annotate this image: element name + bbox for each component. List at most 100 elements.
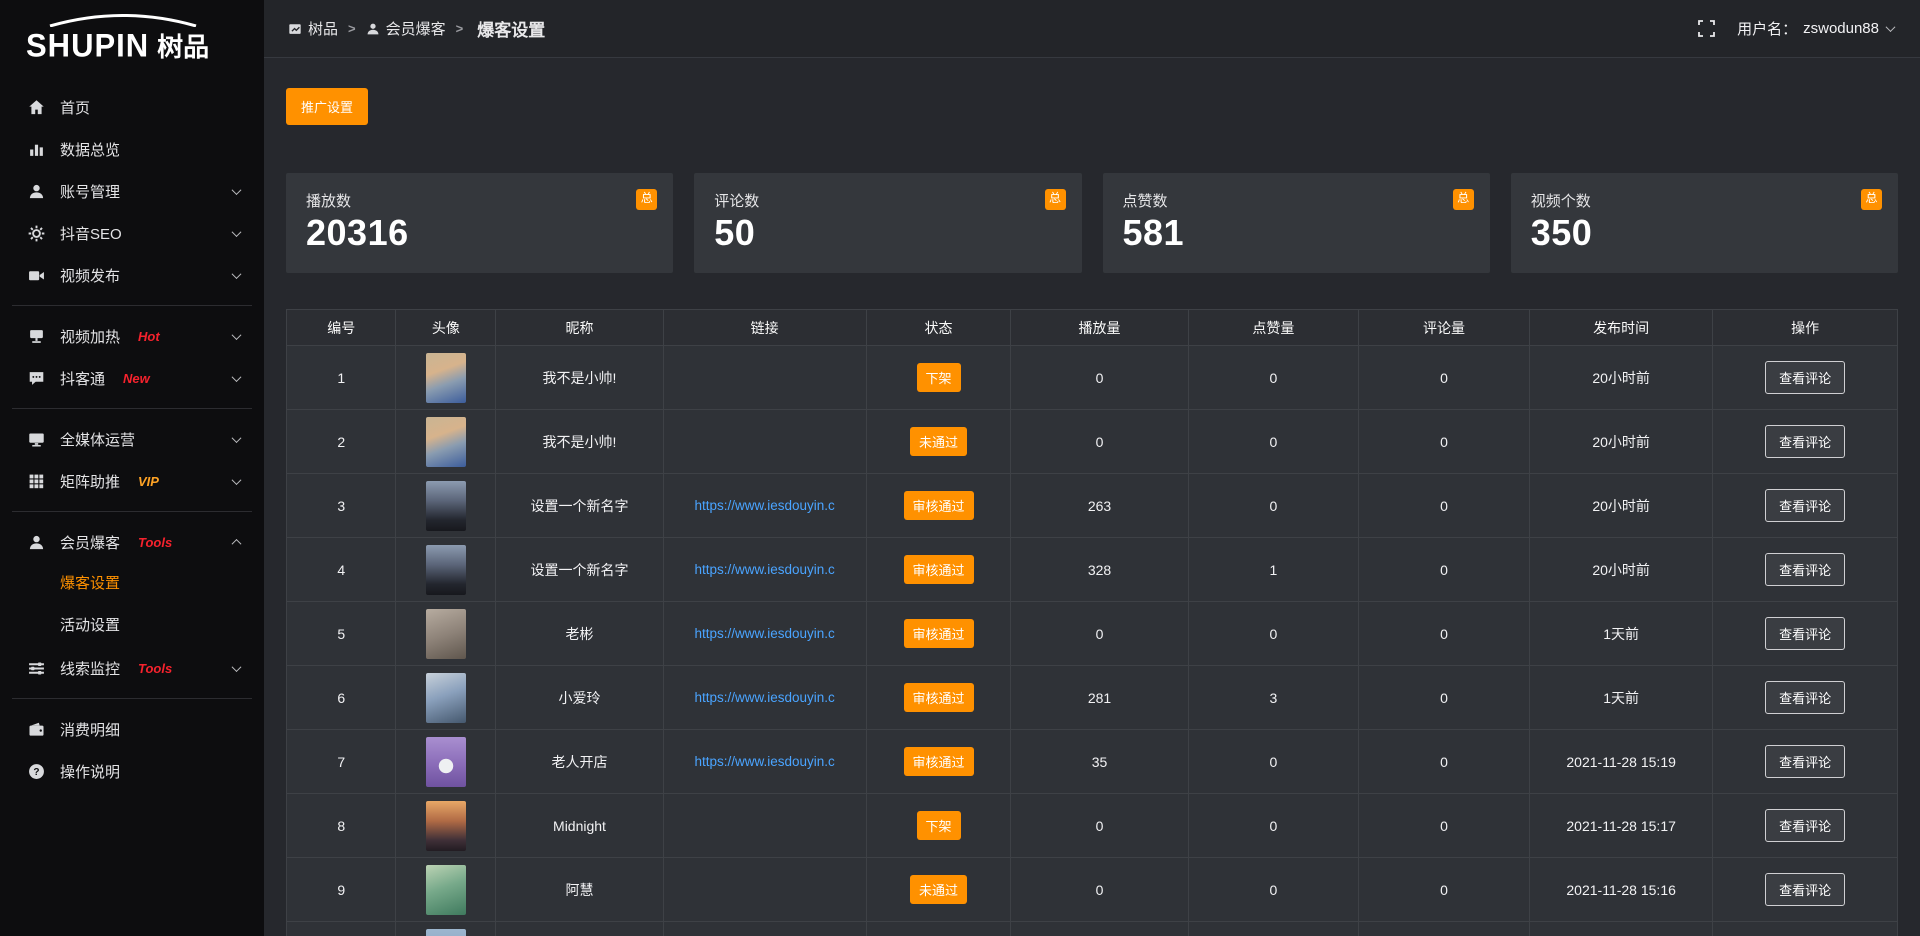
- cell-status: [867, 922, 1012, 936]
- promo-settings-button[interactable]: 推广设置: [286, 88, 368, 125]
- fullscreen-icon[interactable]: [1698, 20, 1715, 37]
- view-comments-button[interactable]: 查看评论: [1765, 809, 1845, 842]
- sidebar-item-4[interactable]: 抖音SEO: [0, 212, 264, 254]
- videos-table: 编号头像昵称链接状态播放量点赞量评论量发布时间操作 1我不是小帅!下架00020…: [286, 309, 1898, 936]
- chevron-down-icon: [232, 433, 242, 443]
- sidebar-item-6[interactable]: 视频加热 Hot: [0, 315, 264, 357]
- sidebar-menu: 首页数据总览账号管理抖音SEO视频发布视频加热 Hot 抖客通New 全媒体运营矩阵助…: [0, 70, 264, 792]
- breadcrumb-label: 树品: [308, 18, 338, 39]
- stat-label: 点赞数: [1123, 190, 1470, 211]
- sidebar-item-1[interactable]: 首页: [0, 86, 264, 128]
- sidebar-item-badge: Hot: [138, 329, 160, 344]
- cell-action: 查看评论: [1713, 602, 1897, 665]
- breadcrumb-item[interactable]: 树品: [288, 18, 338, 39]
- cell-id: 4: [287, 538, 396, 601]
- cell-comments: 0: [1359, 474, 1530, 537]
- stats-row: 播放数20316总评论数50总点赞数581总视频个数350总: [286, 173, 1898, 273]
- video-link[interactable]: https://www.iesdouyin.c: [694, 626, 834, 641]
- sidebar-subitem[interactable]: 活动设置: [0, 605, 264, 647]
- sidebar-item-label: 首页: [60, 97, 90, 118]
- cell-action: 查看评论: [1713, 666, 1897, 729]
- avatar: [426, 545, 466, 595]
- column-header: 状态: [867, 310, 1012, 345]
- cell-avatar: [396, 602, 496, 665]
- cell-nickname: 设置一个新名字: [496, 538, 663, 601]
- cell-status: 审核通过: [867, 666, 1012, 729]
- cell-comments: 0: [1359, 410, 1530, 473]
- user-icon: [28, 183, 45, 200]
- view-comments-button[interactable]: 查看评论: [1765, 361, 1845, 394]
- cell-nickname: [496, 922, 663, 936]
- view-comments-button[interactable]: 查看评论: [1765, 617, 1845, 650]
- breadcrumb-item[interactable]: 会员爆客: [366, 18, 446, 39]
- cell-avatar: [396, 922, 496, 936]
- sidebar-item-13[interactable]: ? 操作说明: [0, 750, 264, 792]
- sidebar-item-10[interactable]: 会员爆客Tools: [0, 521, 264, 563]
- heat-icon: [28, 328, 45, 345]
- video-link[interactable]: https://www.iesdouyin.c: [694, 498, 834, 513]
- sidebar-item-label: 操作说明: [60, 761, 120, 782]
- column-header: 操作: [1713, 310, 1897, 345]
- content: 推广设置 播放数20316总评论数50总点赞数581总视频个数350总 编号头像…: [264, 58, 1920, 936]
- sidebar-item-3[interactable]: 账号管理: [0, 170, 264, 212]
- view-comments-button[interactable]: 查看评论: [1765, 553, 1845, 586]
- cell-status: 下架: [867, 346, 1012, 409]
- stat-label: 播放数: [306, 190, 653, 211]
- cell-id: 1: [287, 346, 396, 409]
- column-header: 播放量: [1011, 310, 1188, 345]
- cell-likes: 0: [1189, 794, 1360, 857]
- svg-text:?: ?: [33, 767, 39, 778]
- monitor-icon: [28, 431, 45, 448]
- cell-avatar: [396, 474, 496, 537]
- cell-comments: 0: [1359, 666, 1530, 729]
- sidebar-subitem[interactable]: 爆客设置: [0, 563, 264, 605]
- cell-action: 查看评论: [1713, 410, 1897, 473]
- total-badge: 总: [1861, 189, 1882, 210]
- cell-likes: 0: [1189, 602, 1360, 665]
- view-comments-button[interactable]: 查看评论: [1765, 425, 1845, 458]
- cell-likes: 0: [1189, 410, 1360, 473]
- view-comments-button[interactable]: 查看评论: [1765, 681, 1845, 714]
- view-comments-button[interactable]: 查看评论: [1765, 873, 1845, 906]
- sidebar-item-7[interactable]: 抖客通New: [0, 357, 264, 399]
- sidebar-item-9[interactable]: 矩阵助推VIP: [0, 460, 264, 502]
- sidebar-item-11[interactable]: 线索监控Tools: [0, 647, 264, 689]
- avatar: [426, 353, 466, 403]
- video-link[interactable]: https://www.iesdouyin.c: [694, 562, 834, 577]
- stat-card: 点赞数581总: [1103, 173, 1490, 273]
- table-row: 9阿慧未通过0002021-11-28 15:16查看评论: [287, 858, 1897, 922]
- sidebar-item-label: 视频加热: [60, 326, 120, 347]
- video-link[interactable]: https://www.iesdouyin.c: [694, 690, 834, 705]
- table-row: 7老人开店https://www.iesdouyin.c审核通过35002021…: [287, 730, 1897, 794]
- status-badge: 审核通过: [904, 491, 974, 520]
- home-icon: [28, 99, 45, 116]
- topbar-right: 用户名：zswodun88: [1698, 18, 1894, 39]
- cell-id: 5: [287, 602, 396, 665]
- cell-nickname: 阿慧: [496, 858, 663, 921]
- cell-id: 9: [287, 858, 396, 921]
- video-link[interactable]: https://www.iesdouyin.c: [694, 754, 834, 769]
- sidebar-item-label: 数据总览: [60, 139, 120, 160]
- cell-time: 20小时前: [1530, 410, 1714, 473]
- cell-avatar: [396, 346, 496, 409]
- view-comments-button[interactable]: 查看评论: [1765, 489, 1845, 522]
- sidebar-item-5[interactable]: 视频发布: [0, 254, 264, 296]
- cell-avatar: [396, 410, 496, 473]
- user-dropdown[interactable]: 用户名：zswodun88: [1737, 18, 1894, 39]
- sidebar-item-12[interactable]: 消费明细: [0, 708, 264, 750]
- sidebar-item-8[interactable]: 全媒体运营: [0, 418, 264, 460]
- status-badge: 未通过: [910, 427, 967, 456]
- cell-time: 20小时前: [1530, 538, 1714, 601]
- cell-time: 1天前: [1530, 666, 1714, 729]
- cell-time: 20小时前: [1530, 474, 1714, 537]
- table-row: 10: [287, 922, 1897, 936]
- cell-likes: [1189, 922, 1360, 936]
- stat-label: 评论数: [714, 190, 1061, 211]
- sidebar-item-2[interactable]: 数据总览: [0, 128, 264, 170]
- cell-id: 10: [287, 922, 396, 936]
- table-row: 1我不是小帅!下架00020小时前查看评论: [287, 346, 1897, 410]
- breadcrumb-item: 爆客设置: [477, 16, 545, 41]
- table-row: 8Midnight下架0002021-11-28 15:17查看评论: [287, 794, 1897, 858]
- cell-status: 审核通过: [867, 730, 1012, 793]
- view-comments-button[interactable]: 查看评论: [1765, 745, 1845, 778]
